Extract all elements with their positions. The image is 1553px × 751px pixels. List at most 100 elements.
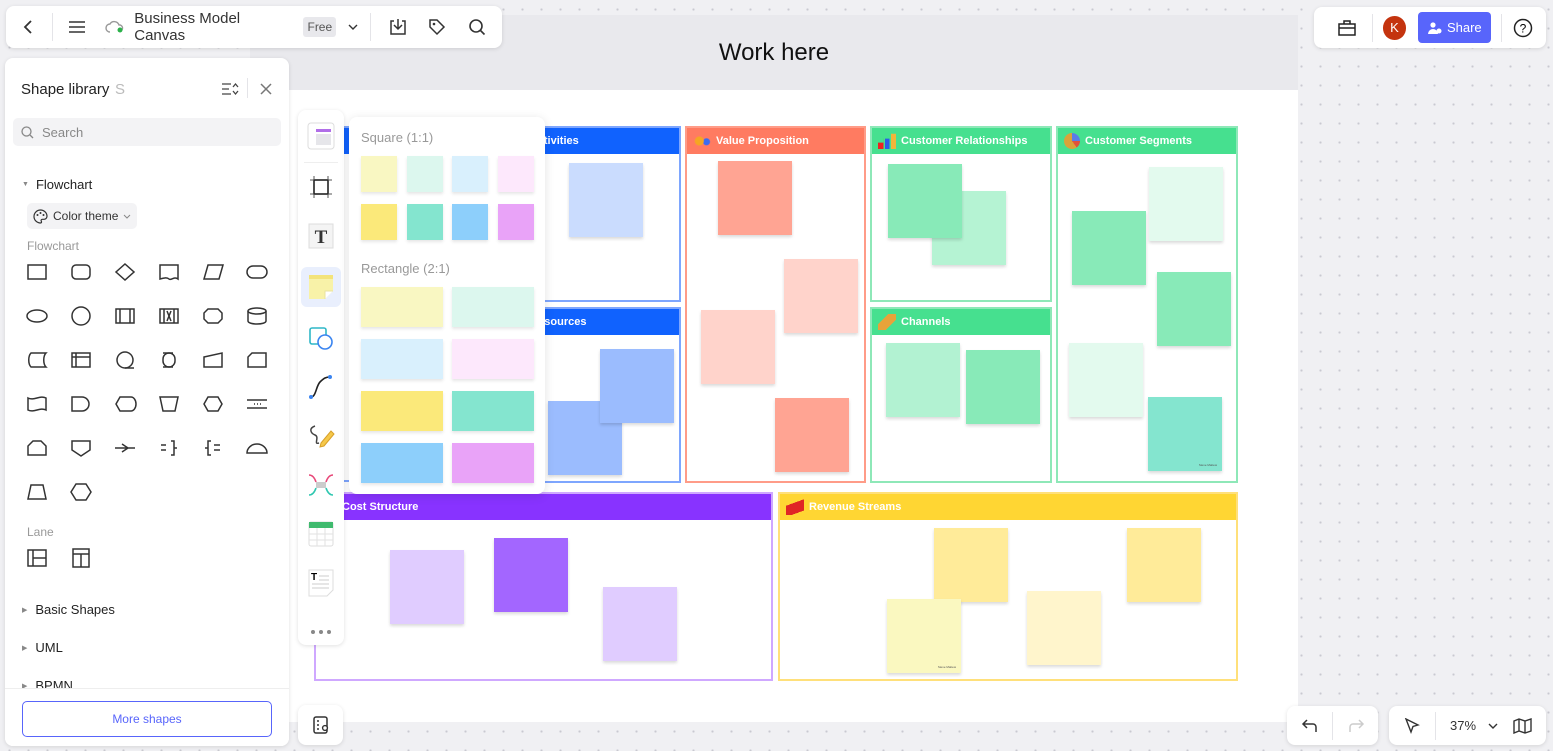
connector-tool[interactable] (303, 369, 339, 405)
sticky-note[interactable] (603, 587, 677, 661)
back-button[interactable] (16, 12, 40, 42)
text-tool[interactable]: T (303, 218, 339, 254)
shape-manual-operation[interactable] (147, 382, 191, 426)
category-uml[interactable]: ▶ UML (22, 640, 63, 655)
shape-annotation-right[interactable] (147, 426, 191, 470)
shape-predefined-process[interactable] (103, 294, 147, 338)
sticky-note[interactable]: Steve Mattew (1148, 397, 1222, 471)
shape-decision[interactable] (103, 250, 147, 294)
category-flowchart[interactable]: ▼ Flowchart (22, 177, 92, 192)
sticky-note[interactable] (886, 343, 960, 417)
shape-preparation[interactable] (191, 382, 235, 426)
close-panel-button[interactable] (255, 78, 277, 100)
sticky-square-swatch[interactable] (406, 204, 443, 240)
sticky-rectangle-swatch[interactable] (361, 391, 443, 431)
document-tool[interactable]: T (303, 565, 339, 601)
sticky-square-swatch[interactable] (452, 204, 488, 240)
outline-button[interactable] (298, 705, 343, 745)
shape-trapezoid[interactable] (15, 470, 59, 514)
redo-button[interactable] (1333, 718, 1378, 734)
shape-sequential-data[interactable] (103, 338, 147, 382)
shape-off-page[interactable] (59, 426, 103, 470)
shape-terminator[interactable] (235, 250, 279, 294)
select-tool-button[interactable] (1389, 717, 1435, 734)
shape-document[interactable] (147, 250, 191, 294)
shape-horizontal-lines[interactable] (235, 382, 279, 426)
shape-data[interactable] (191, 250, 235, 294)
zoom-dropdown[interactable] (1482, 723, 1504, 729)
sticky-rectangle-swatch[interactable] (452, 443, 534, 483)
export-button[interactable] (383, 18, 413, 36)
document-title[interactable]: Business Model Canvas (134, 10, 293, 44)
shape-ellipse[interactable] (15, 294, 59, 338)
search-input[interactable]: Search (13, 118, 281, 146)
shape-delay[interactable] (59, 382, 103, 426)
sticky-note[interactable] (784, 259, 858, 333)
sticky-square-swatch[interactable] (497, 156, 534, 192)
avatar[interactable]: K (1382, 15, 1407, 40)
shape-process[interactable] (15, 250, 59, 294)
sticky-note[interactable] (1027, 591, 1101, 665)
sticky-note[interactable] (569, 163, 643, 237)
sticky-rectangle-swatch[interactable] (452, 391, 534, 431)
shape-display[interactable] (103, 382, 147, 426)
shape-direct-data[interactable] (147, 338, 191, 382)
shape-database[interactable] (235, 294, 279, 338)
frame-tool[interactable] (303, 169, 339, 205)
sticky-square-swatch[interactable] (406, 156, 443, 192)
undo-button[interactable] (1287, 718, 1332, 734)
shape-annotation-left[interactable] (191, 426, 235, 470)
sticky-note[interactable] (600, 349, 674, 423)
shape-rounded-rect[interactable] (59, 250, 103, 294)
sticky-square-swatch[interactable] (361, 204, 397, 240)
sticky-note[interactable] (494, 538, 568, 612)
share-button[interactable]: Share (1418, 12, 1492, 43)
pen-tool[interactable] (303, 418, 339, 454)
minimap-button[interactable] (1508, 717, 1538, 734)
menu-button[interactable] (65, 12, 89, 42)
search-button[interactable] (462, 18, 492, 36)
shape-vertical-lane[interactable] (59, 536, 103, 580)
sticky-note[interactable] (966, 350, 1040, 424)
shape-card[interactable] (235, 338, 279, 382)
sticky-note[interactable] (1127, 528, 1201, 602)
sticky-note[interactable]: Steve Mattew (887, 599, 961, 673)
sticky-rectangle-swatch[interactable] (361, 339, 443, 379)
shape-stored-data[interactable] (15, 338, 59, 382)
sticky-note[interactable] (1069, 343, 1143, 417)
shape-loop-limit[interactable] (15, 426, 59, 470)
sticky-square-swatch[interactable] (361, 156, 397, 192)
sticky-note[interactable] (888, 164, 962, 238)
shape-internal-storage[interactable] (59, 338, 103, 382)
shape-circle[interactable] (59, 294, 103, 338)
sticky-note[interactable] (701, 310, 775, 384)
shape-manual-input[interactable] (191, 338, 235, 382)
sticky-note[interactable] (1149, 167, 1223, 241)
color-theme-button[interactable]: Color theme (27, 203, 138, 229)
tag-button[interactable] (423, 18, 453, 36)
sticky-note[interactable] (1157, 272, 1231, 346)
sticky-note[interactable] (718, 161, 792, 235)
more-tools-button[interactable] (303, 614, 339, 650)
title-dropdown-button[interactable] (342, 24, 364, 30)
shape-alternate-process[interactable] (191, 294, 235, 338)
sticky-square-swatch[interactable] (497, 204, 534, 240)
sticky-rectangle-swatch[interactable] (452, 339, 534, 379)
shape-summing[interactable] (103, 426, 147, 470)
sticky-rectangle-swatch[interactable] (452, 287, 534, 327)
mindmap-tool[interactable] (303, 467, 339, 503)
sticky-note[interactable] (934, 528, 1008, 602)
more-shapes-button[interactable]: More shapes (22, 701, 272, 737)
sticky-note[interactable] (775, 398, 849, 472)
sticky-rectangle-swatch[interactable] (361, 287, 443, 327)
shape-half-circle[interactable] (235, 426, 279, 470)
sticky-note[interactable] (390, 550, 464, 624)
zoom-level[interactable]: 37% (1450, 718, 1476, 733)
sticky-rectangle-swatch[interactable] (361, 443, 443, 483)
template-tool[interactable] (303, 118, 339, 154)
sticky-note[interactable] (1072, 211, 1146, 285)
toolbox-button[interactable] (1332, 19, 1362, 36)
shape-parallel-mode[interactable] (147, 294, 191, 338)
shape-tool[interactable] (303, 320, 339, 356)
shape-horizontal-lane[interactable] (15, 536, 59, 580)
